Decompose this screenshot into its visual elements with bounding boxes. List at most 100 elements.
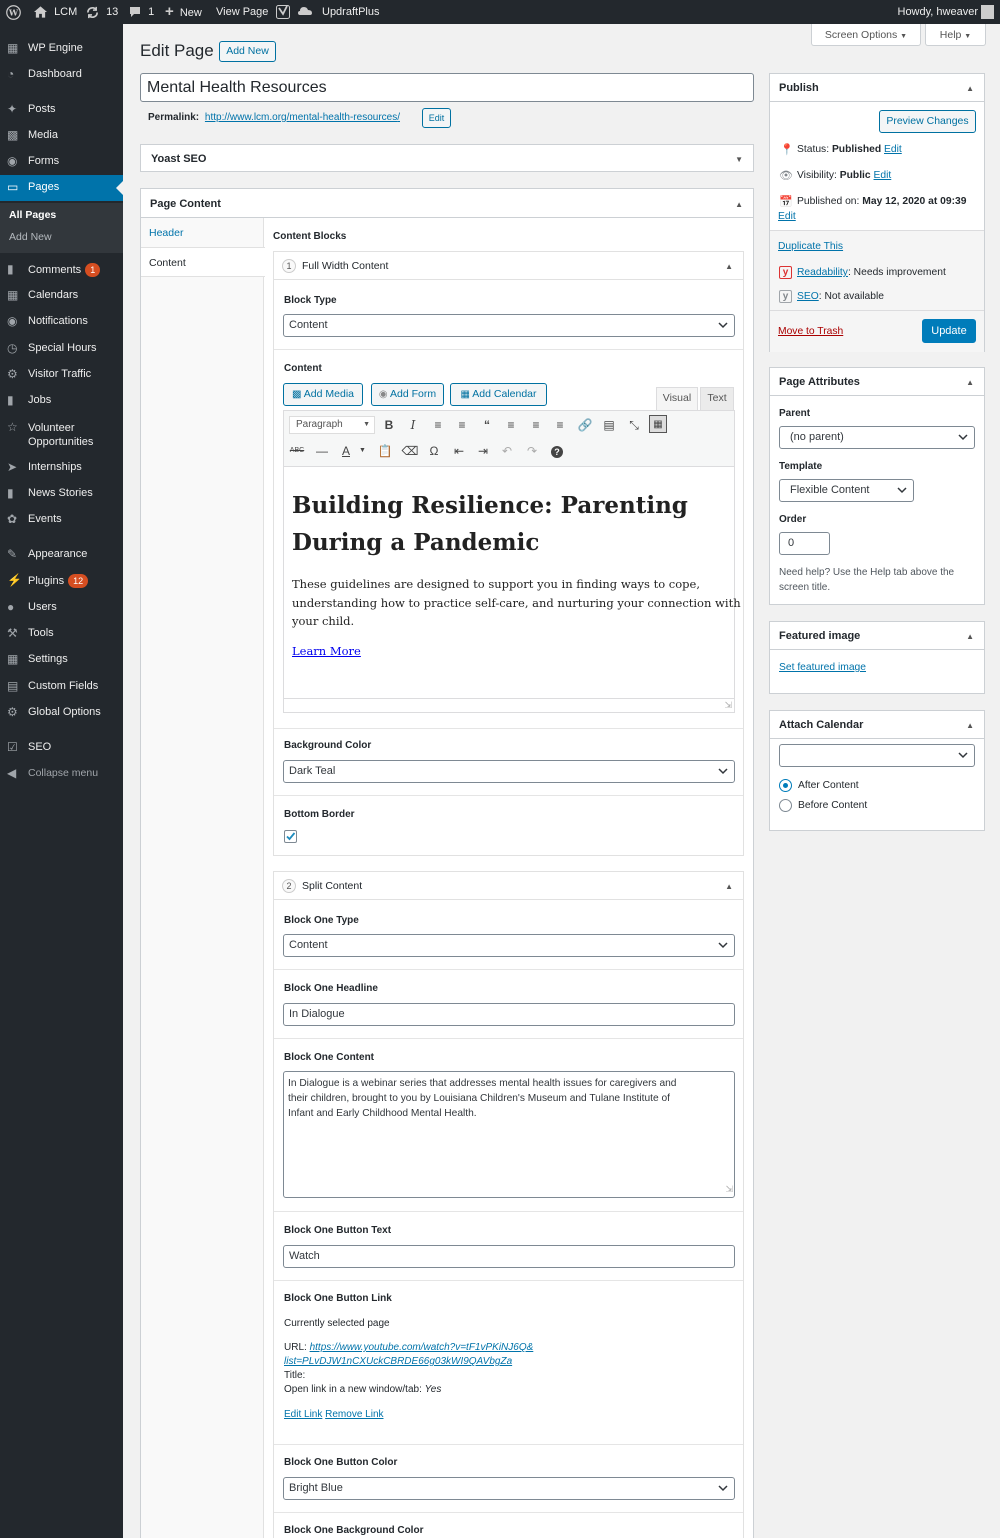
- text-color-icon[interactable]: A: [337, 442, 355, 460]
- block-one-type-select[interactable]: Content: [283, 934, 735, 957]
- sidebar-item-forms[interactable]: ◉ Forms: [0, 153, 123, 173]
- align-left-icon[interactable]: ≡: [502, 416, 520, 434]
- sidebar-item-jobs[interactable]: ▮ Jobs: [0, 392, 123, 412]
- move-to-trash-link[interactable]: Move to Trash: [778, 326, 843, 337]
- sidebar-item-internships[interactable]: ➤ Internships: [0, 459, 123, 479]
- tab-content-active[interactable]: Content: [141, 247, 265, 277]
- resize-handle-icon[interactable]: ⇲: [724, 700, 732, 711]
- align-right-icon[interactable]: ≡: [551, 416, 569, 434]
- radio-after-content[interactable]: [779, 779, 792, 792]
- order-input[interactable]: 0: [779, 532, 830, 555]
- caret-up-icon[interactable]: ▲: [725, 262, 733, 271]
- caret-up-icon[interactable]: ▲: [966, 378, 974, 387]
- calendar-select[interactable]: [779, 744, 975, 767]
- sidebar-item-calendars[interactable]: ▦ Calendars: [0, 287, 123, 307]
- strikethrough-icon[interactable]: ABC: [288, 442, 306, 460]
- url-link-line-1[interactable]: https://www.youtube.com/watch?v=tF1vPKiN…: [310, 1342, 534, 1353]
- tab-visual[interactable]: Visual: [656, 387, 698, 410]
- avatar[interactable]: [981, 5, 994, 19]
- edit-link[interactable]: Edit Link: [284, 1409, 322, 1420]
- numbered-list-icon[interactable]: ≡: [453, 416, 471, 434]
- sidebar-item-pages[interactable]: ▭ Pages: [0, 175, 123, 201]
- submenu-all-pages[interactable]: All Pages: [9, 209, 56, 221]
- parent-select[interactable]: (no parent): [779, 426, 975, 449]
- caret-up-icon[interactable]: ▲: [735, 200, 743, 209]
- new-content-link[interactable]: + New: [165, 0, 202, 24]
- sidebar-item-wp-engine[interactable]: ▦ WP Engine: [0, 40, 123, 60]
- template-select[interactable]: Flexible Content: [779, 479, 914, 502]
- block-one-button-color-select[interactable]: Bright Blue: [283, 1477, 735, 1500]
- comments-link[interactable]: 1: [129, 0, 154, 24]
- align-center-icon[interactable]: ≡: [527, 416, 545, 434]
- add-calendar-button[interactable]: ▦ Add Calendar: [450, 383, 547, 406]
- site-name-link[interactable]: LCM: [34, 0, 77, 24]
- add-new-button[interactable]: Add New: [219, 41, 276, 62]
- fullscreen-icon[interactable]: ⤡: [625, 416, 643, 434]
- sidebar-item-settings[interactable]: ▦ Settings: [0, 651, 123, 671]
- block-type-select[interactable]: Content: [283, 314, 735, 337]
- bold-icon[interactable]: B: [380, 416, 398, 434]
- status-edit-link[interactable]: Edit: [884, 144, 902, 155]
- url-link-line-2[interactable]: list=PLvDJW1nCXUckCBRDE66g03kWI9QAVbgZa: [284, 1356, 512, 1367]
- format-select[interactable]: Paragraph ▼: [289, 416, 375, 434]
- caret-up-icon[interactable]: ▲: [725, 882, 733, 891]
- block-1-header[interactable]: 1 Full Width Content ▲: [274, 252, 743, 280]
- duplicate-this-link[interactable]: Duplicate This: [778, 241, 843, 252]
- preview-changes-button[interactable]: Preview Changes: [879, 110, 976, 133]
- block-one-content-textarea[interactable]: In Dialogue is a webinar series that add…: [283, 1071, 735, 1198]
- permalink-edit-button[interactable]: Edit: [422, 108, 451, 128]
- radio-before-content[interactable]: [779, 799, 792, 812]
- sidebar-item-collapse-menu[interactable]: ◀ Collapse menu: [0, 765, 123, 785]
- bullet-list-icon[interactable]: ≡: [429, 416, 447, 434]
- bottom-border-checkbox[interactable]: [284, 830, 297, 843]
- permalink-link[interactable]: http://www.lcm.org/mental-health-resourc…: [205, 112, 400, 123]
- sidebar-item-plugins[interactable]: ⚡ Plugins 12: [0, 572, 123, 592]
- horizontal-line-icon[interactable]: —: [313, 442, 331, 460]
- indent-icon[interactable]: ⇥: [474, 442, 492, 460]
- sidebar-item-volunteer-opportunities[interactable]: ☆ Volunteer Opportunities: [0, 419, 123, 449]
- italic-icon[interactable]: I: [404, 416, 422, 434]
- blockquote-icon[interactable]: “: [478, 416, 496, 434]
- readability-link[interactable]: Readability: [797, 267, 848, 278]
- tab-text[interactable]: Text: [700, 387, 734, 410]
- editor-heading[interactable]: Building Resilience: Parenting During a …: [292, 487, 688, 561]
- visibility-edit-link[interactable]: Edit: [874, 170, 892, 181]
- read-more-icon[interactable]: ▤: [600, 416, 618, 434]
- add-form-button[interactable]: ◉ Add Form: [371, 383, 444, 406]
- sidebar-item-tools[interactable]: ⚒ Tools: [0, 625, 123, 645]
- screen-options-button[interactable]: Screen Options ▼: [811, 24, 921, 46]
- remove-link[interactable]: Remove Link: [325, 1409, 383, 1420]
- outdent-icon[interactable]: ⇤: [450, 442, 468, 460]
- sidebar-item-notifications[interactable]: ◉ Notifications: [0, 313, 123, 333]
- seo-link[interactable]: SEO: [797, 291, 819, 302]
- yoast-adminbar-icon[interactable]: [276, 0, 290, 24]
- block-2-header[interactable]: 2 Split Content ▲: [274, 872, 743, 900]
- block-one-button-text-input[interactable]: Watch: [283, 1245, 735, 1268]
- updates-link[interactable]: 13: [86, 0, 118, 24]
- caret-down-icon[interactable]: ▼: [359, 447, 366, 454]
- block-one-headline-input[interactable]: In Dialogue: [283, 1003, 735, 1026]
- caret-up-icon[interactable]: ▲: [966, 84, 974, 93]
- help-circle-icon[interactable]: ?: [548, 442, 566, 460]
- toolbar-toggle-icon[interactable]: ▦: [649, 415, 667, 433]
- clear-formatting-icon[interactable]: ⌫: [401, 442, 419, 460]
- redo-icon[interactable]: ↷: [523, 442, 541, 460]
- resize-handle-icon[interactable]: ⇲: [725, 1182, 733, 1197]
- learn-more-link[interactable]: Learn More: [292, 644, 361, 658]
- tab-header[interactable]: Header: [149, 227, 183, 239]
- yoast-seo-box[interactable]: Yoast SEO ▼: [140, 144, 754, 172]
- editor-paragraph[interactable]: These guidelines are designed to support…: [292, 575, 741, 631]
- background-color-select[interactable]: Dark Teal: [283, 760, 735, 783]
- submenu-add-new[interactable]: Add New: [9, 231, 52, 243]
- paste-text-icon[interactable]: 📋: [376, 442, 394, 460]
- howdy-user[interactable]: Howdy, hweaver: [898, 0, 979, 24]
- sidebar-item-visitor-traffic[interactable]: ⚙ Visitor Traffic: [0, 366, 123, 386]
- special-character-icon[interactable]: Ω: [425, 442, 443, 460]
- help-button[interactable]: Help ▼: [925, 24, 986, 46]
- sidebar-item-custom-fields[interactable]: ▤ Custom Fields: [0, 678, 123, 698]
- sidebar-item-comments[interactable]: ▮ Comments 1: [0, 261, 123, 281]
- view-page-link[interactable]: View Page: [216, 0, 268, 24]
- sidebar-item-appearance[interactable]: ✎ Appearance: [0, 546, 123, 566]
- post-title-input[interactable]: Mental Health Resources: [140, 73, 754, 102]
- caret-down-icon[interactable]: ▼: [735, 155, 743, 164]
